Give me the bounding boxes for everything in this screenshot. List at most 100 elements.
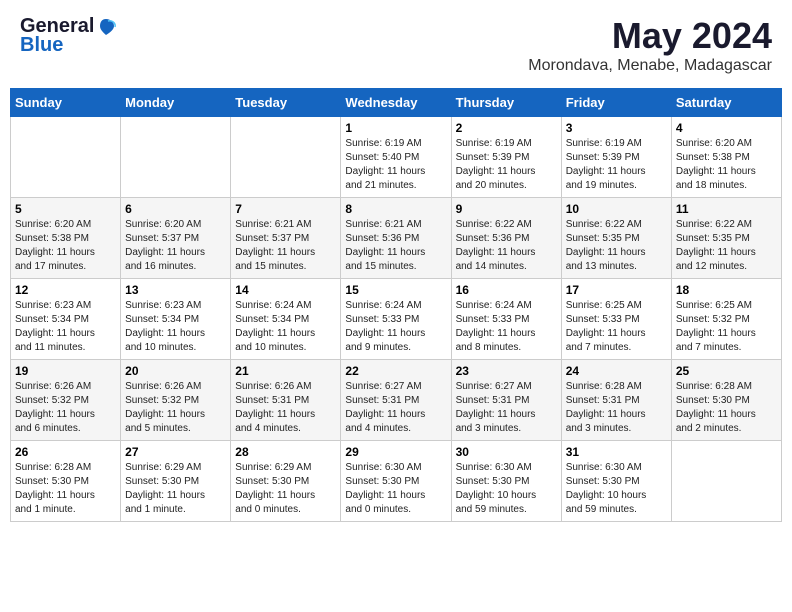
col-header-wednesday: Wednesday — [341, 89, 451, 117]
day-info: Sunrise: 6:21 AM Sunset: 5:37 PM Dayligh… — [235, 218, 336, 274]
day-number: 18 — [676, 283, 777, 297]
day-info: Sunrise: 6:30 AM Sunset: 5:30 PM Dayligh… — [345, 461, 446, 517]
calendar-cell: 12Sunrise: 6:23 AM Sunset: 5:34 PM Dayli… — [11, 279, 121, 360]
day-number: 5 — [15, 202, 116, 216]
day-info: Sunrise: 6:20 AM Sunset: 5:37 PM Dayligh… — [125, 218, 226, 274]
calendar-cell: 19 Sunrise: 6:26 AM Sunset: 5:32 PM Dayli… — [11, 360, 121, 441]
day-info: Sunrise: 6:30 AM Sunset: 5:30 PM Dayligh… — [566, 461, 667, 517]
calendar-header-row: SundayMondayTuesdayWednesdayThursdayFrid… — [11, 89, 782, 117]
logo-bird-icon — [96, 17, 116, 37]
day-number: 1 — [345, 121, 446, 135]
day-info: Sunrise: 6:26 AM Sunset: 5:32 PM Dayligh… — [125, 380, 226, 436]
day-number: 4 — [676, 121, 777, 135]
calendar-cell: 21 Sunrise: 6:26 AM Sunset: 5:31 PM Dayli… — [231, 360, 341, 441]
day-info: Sunrise: 6:20 AM Sunset: 5:38 PM Dayligh… — [676, 137, 777, 193]
day-info: Sunrise: 6:28 AM Sunset: 5:30 PM Dayligh… — [15, 461, 116, 517]
calendar-cell — [121, 117, 231, 198]
col-header-sunday: Sunday — [11, 89, 121, 117]
day-info: Sunrise: 6:25 AM Sunset: 5:32 PM Dayligh… — [676, 299, 777, 355]
calendar-cell: 1Sunrise: 6:19 AM Sunset: 5:40 PM Daylig… — [341, 117, 451, 198]
logo: General Blue — [20, 15, 116, 57]
day-info: Sunrise: 6:29 AM Sunset: 5:30 PM Dayligh… — [125, 461, 226, 517]
calendar-cell: 28 Sunrise: 6:29 AM Sunset: 5:30 PM Dayli… — [231, 441, 341, 522]
day-info: Sunrise: 6:27 AM Sunset: 5:31 PM Dayligh… — [456, 380, 557, 436]
day-number: 8 — [345, 202, 446, 216]
calendar-cell: 23 Sunrise: 6:27 AM Sunset: 5:31 PM Dayli… — [451, 360, 561, 441]
day-info: Sunrise: 6:27 AM Sunset: 5:31 PM Dayligh… — [345, 380, 446, 436]
week-row-5: 26 Sunrise: 6:28 AM Sunset: 5:30 PM Dayli… — [11, 441, 782, 522]
title-block: May 2024 Morondava, Menabe, Madagascar — [528, 15, 772, 75]
col-header-tuesday: Tuesday — [231, 89, 341, 117]
col-header-saturday: Saturday — [671, 89, 781, 117]
day-info: Sunrise: 6:20 AM Sunset: 5:38 PM Dayligh… — [15, 218, 116, 274]
calendar-cell: 26 Sunrise: 6:28 AM Sunset: 5:30 PM Dayli… — [11, 441, 121, 522]
day-number: 10 — [566, 202, 667, 216]
day-number: 3 — [566, 121, 667, 135]
day-info: Sunrise: 6:30 AM Sunset: 5:30 PM Dayligh… — [456, 461, 557, 517]
calendar-cell: 2 Sunrise: 6:19 AM Sunset: 5:39 PM Daylig… — [451, 117, 561, 198]
week-row-3: 12Sunrise: 6:23 AM Sunset: 5:34 PM Dayli… — [11, 279, 782, 360]
day-info: Sunrise: 6:23 AM Sunset: 5:34 PM Dayligh… — [125, 299, 226, 355]
calendar-cell: 4 Sunrise: 6:20 AM Sunset: 5:38 PM Daylig… — [671, 117, 781, 198]
calendar-cell: 22 Sunrise: 6:27 AM Sunset: 5:31 PM Dayli… — [341, 360, 451, 441]
day-info: Sunrise: 6:24 AM Sunset: 5:34 PM Dayligh… — [235, 299, 336, 355]
location-text: Morondava, Menabe, Madagascar — [528, 57, 772, 75]
month-title: May 2024 — [528, 15, 772, 57]
calendar-cell — [231, 117, 341, 198]
calendar-cell: 16Sunrise: 6:24 AM Sunset: 5:33 PM Dayli… — [451, 279, 561, 360]
day-number: 27 — [125, 445, 226, 459]
calendar-cell: 7 Sunrise: 6:21 AM Sunset: 5:37 PM Daylig… — [231, 198, 341, 279]
day-info: Sunrise: 6:26 AM Sunset: 5:32 PM Dayligh… — [15, 380, 116, 436]
day-info: Sunrise: 6:21 AM Sunset: 5:36 PM Dayligh… — [345, 218, 446, 274]
week-row-4: 19 Sunrise: 6:26 AM Sunset: 5:32 PM Dayli… — [11, 360, 782, 441]
calendar-cell: 15Sunrise: 6:24 AM Sunset: 5:33 PM Dayli… — [341, 279, 451, 360]
calendar-cell: 11Sunrise: 6:22 AM Sunset: 5:35 PM Dayli… — [671, 198, 781, 279]
day-number: 11 — [676, 202, 777, 216]
day-info: Sunrise: 6:28 AM Sunset: 5:30 PM Dayligh… — [676, 380, 777, 436]
day-number: 17 — [566, 283, 667, 297]
day-info: Sunrise: 6:24 AM Sunset: 5:33 PM Dayligh… — [345, 299, 446, 355]
day-info: Sunrise: 6:26 AM Sunset: 5:31 PM Dayligh… — [235, 380, 336, 436]
day-number: 6 — [125, 202, 226, 216]
calendar-cell: 27 Sunrise: 6:29 AM Sunset: 5:30 PM Dayli… — [121, 441, 231, 522]
day-number: 7 — [235, 202, 336, 216]
calendar-cell: 3Sunrise: 6:19 AM Sunset: 5:39 PM Daylig… — [561, 117, 671, 198]
day-number: 26 — [15, 445, 116, 459]
day-info: Sunrise: 6:19 AM Sunset: 5:39 PM Dayligh… — [456, 137, 557, 193]
calendar-cell: 9Sunrise: 6:22 AM Sunset: 5:36 PM Daylig… — [451, 198, 561, 279]
calendar-cell: 30 Sunrise: 6:30 AM Sunset: 5:30 PM Dayli… — [451, 441, 561, 522]
day-number: 20 — [125, 364, 226, 378]
calendar-table: SundayMondayTuesdayWednesdayThursdayFrid… — [10, 88, 782, 522]
calendar-cell: 10 Sunrise: 6:22 AM Sunset: 5:35 PM Dayli… — [561, 198, 671, 279]
day-number: 13 — [125, 283, 226, 297]
day-info: Sunrise: 6:25 AM Sunset: 5:33 PM Dayligh… — [566, 299, 667, 355]
day-info: Sunrise: 6:22 AM Sunset: 5:35 PM Dayligh… — [566, 218, 667, 274]
day-info: Sunrise: 6:29 AM Sunset: 5:30 PM Dayligh… — [235, 461, 336, 517]
col-header-thursday: Thursday — [451, 89, 561, 117]
day-number: 16 — [456, 283, 557, 297]
day-number: 2 — [456, 121, 557, 135]
page-header: General Blue May 2024 Morondava, Menabe,… — [10, 10, 782, 80]
day-number: 23 — [456, 364, 557, 378]
calendar-cell: 6 Sunrise: 6:20 AM Sunset: 5:37 PM Daylig… — [121, 198, 231, 279]
calendar-cell: 31 Sunrise: 6:30 AM Sunset: 5:30 PM Dayli… — [561, 441, 671, 522]
day-info: Sunrise: 6:28 AM Sunset: 5:31 PM Dayligh… — [566, 380, 667, 436]
week-row-1: 1Sunrise: 6:19 AM Sunset: 5:40 PM Daylig… — [11, 117, 782, 198]
calendar-cell: 17 Sunrise: 6:25 AM Sunset: 5:33 PM Dayli… — [561, 279, 671, 360]
day-number: 22 — [345, 364, 446, 378]
calendar-cell — [11, 117, 121, 198]
calendar-cell: 8 Sunrise: 6:21 AM Sunset: 5:36 PM Daylig… — [341, 198, 451, 279]
day-number: 28 — [235, 445, 336, 459]
calendar-cell: 18 Sunrise: 6:25 AM Sunset: 5:32 PM Dayli… — [671, 279, 781, 360]
day-number: 24 — [566, 364, 667, 378]
col-header-monday: Monday — [121, 89, 231, 117]
day-number: 19 — [15, 364, 116, 378]
calendar-cell: 24 Sunrise: 6:28 AM Sunset: 5:31 PM Dayli… — [561, 360, 671, 441]
day-number: 25 — [676, 364, 777, 378]
calendar-cell: 29Sunrise: 6:30 AM Sunset: 5:30 PM Dayli… — [341, 441, 451, 522]
day-number: 21 — [235, 364, 336, 378]
day-info: Sunrise: 6:23 AM Sunset: 5:34 PM Dayligh… — [15, 299, 116, 355]
day-number: 31 — [566, 445, 667, 459]
calendar-cell: 25 Sunrise: 6:28 AM Sunset: 5:30 PM Dayli… — [671, 360, 781, 441]
day-number: 30 — [456, 445, 557, 459]
